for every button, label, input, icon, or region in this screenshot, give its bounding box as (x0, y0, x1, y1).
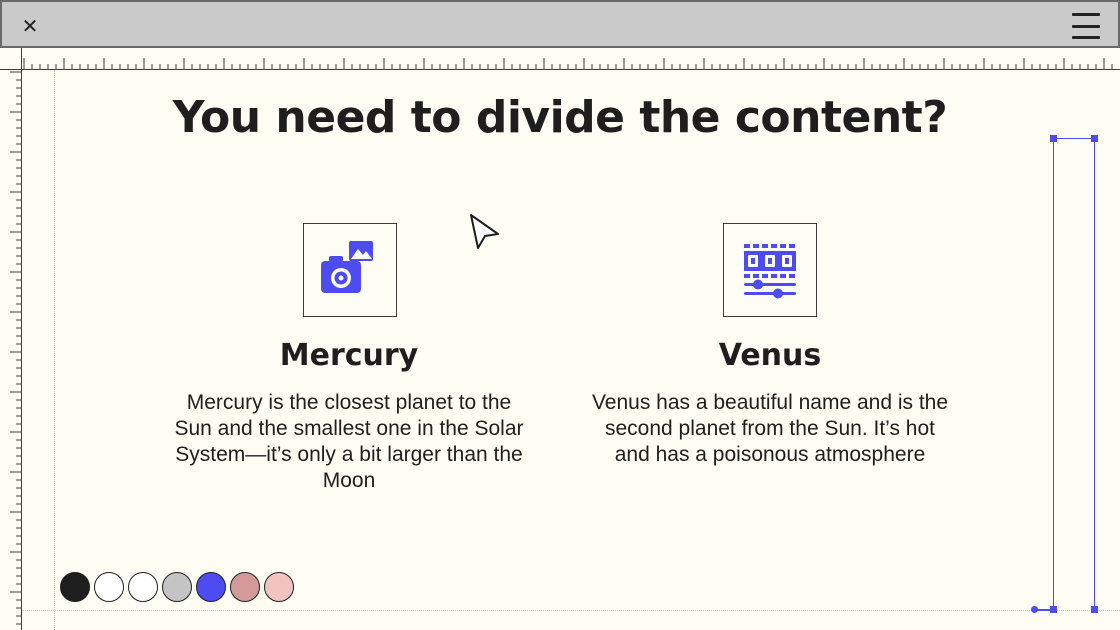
menu-bar (1072, 36, 1100, 39)
resize-handle-bottom-right[interactable] (1091, 606, 1098, 613)
camera-with-image-icon (321, 241, 373, 293)
venus-description[interactable]: Venus has a beautiful name and is the se… (590, 390, 950, 468)
slide-headline[interactable]: You need to divide the content? (0, 92, 1120, 143)
color-swatch-gray[interactable] (162, 572, 192, 602)
venus-title[interactable]: Venus (590, 338, 950, 373)
close-button[interactable]: ✕ (16, 12, 44, 40)
resize-handle-top-right[interactable] (1091, 135, 1098, 142)
mouse-pointer-icon (470, 214, 499, 249)
color-swatch-white[interactable] (94, 572, 124, 602)
menu-bar (1072, 13, 1100, 16)
horizontal-ruler (0, 48, 1120, 70)
mercury-title[interactable]: Mercury (169, 338, 529, 373)
color-palette (60, 572, 294, 602)
video-editor-icon (744, 244, 796, 299)
color-swatch-black[interactable] (60, 572, 90, 602)
color-swatch-pink[interactable] (264, 572, 294, 602)
color-swatch-rose[interactable] (230, 572, 260, 602)
connector-anchor[interactable] (1031, 606, 1038, 613)
venus-icon-box[interactable] (723, 223, 817, 317)
mercury-icon-box[interactable] (303, 223, 397, 317)
color-swatch-blue[interactable] (196, 572, 226, 602)
mercury-description[interactable]: Mercury is the closest planet to the Sun… (169, 390, 529, 494)
selection-frame[interactable] (1053, 138, 1095, 610)
horizontal-guide (22, 610, 1120, 611)
hamburger-menu-button[interactable] (1072, 13, 1100, 39)
window-titlebar: ✕ (0, 0, 1120, 48)
vertical-guide (54, 70, 55, 630)
close-icon: ✕ (21, 14, 39, 38)
resize-handle-top-left[interactable] (1050, 135, 1057, 142)
color-swatch-white-2[interactable] (128, 572, 158, 602)
menu-bar (1072, 24, 1100, 28)
